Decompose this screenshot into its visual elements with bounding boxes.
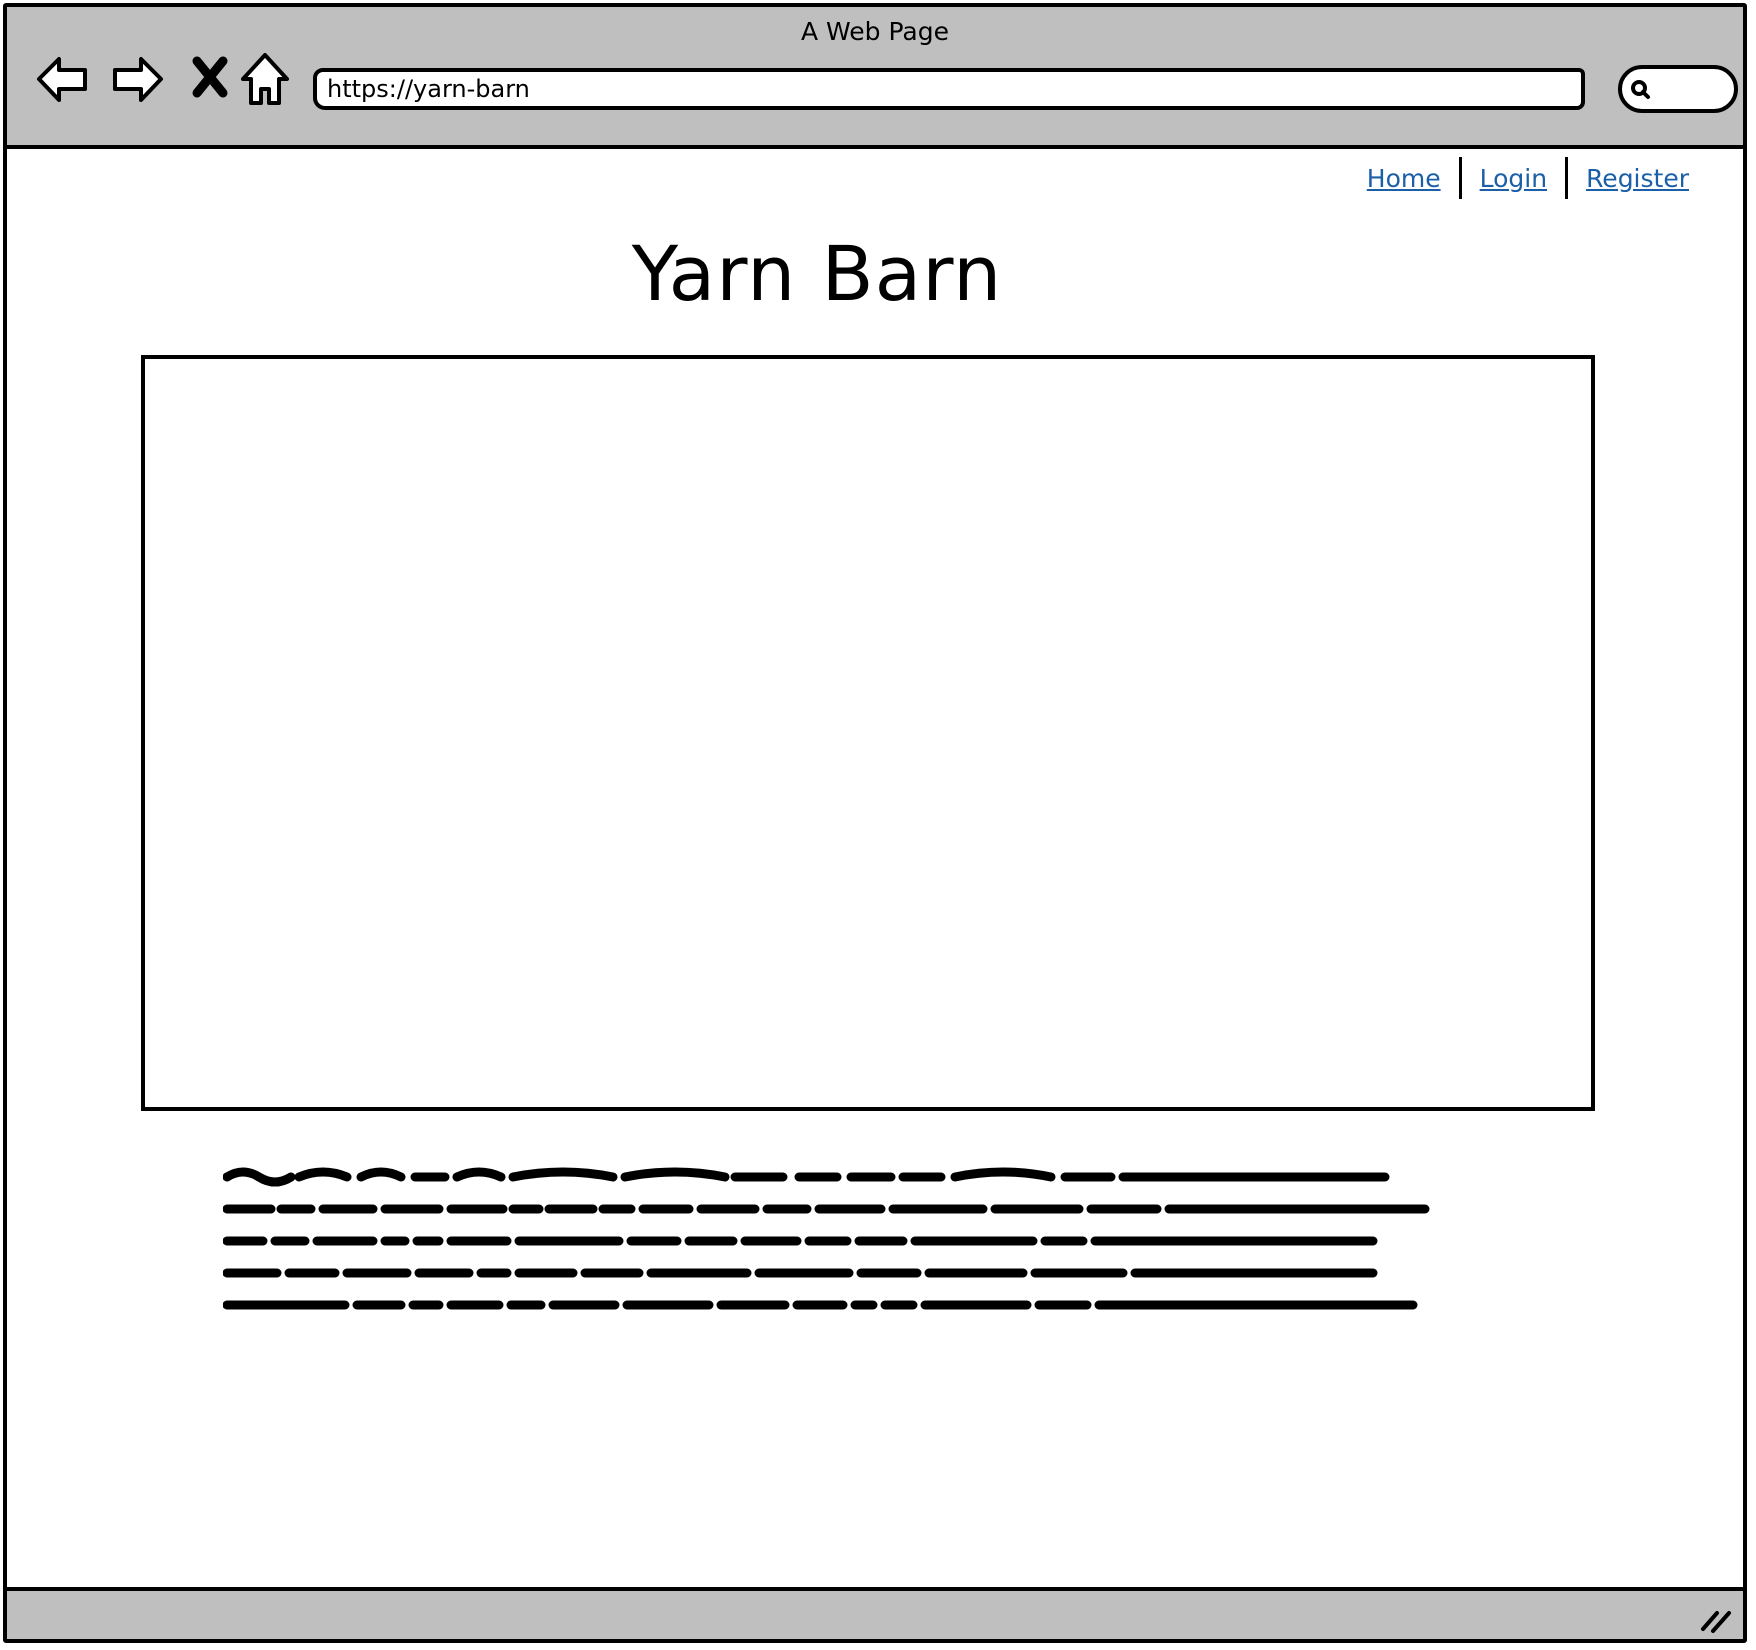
forward-arrow-icon[interactable] bbox=[107, 49, 167, 109]
nav-link-register[interactable]: Register bbox=[1586, 164, 1689, 193]
nav-link-login[interactable]: Login bbox=[1480, 164, 1547, 193]
nav-divider bbox=[1458, 157, 1462, 199]
search-icon bbox=[1631, 80, 1650, 99]
page-title: Yarn Barn bbox=[631, 229, 1003, 318]
placeholder-text-block bbox=[223, 1167, 1430, 1310]
url-input[interactable]: https://yarn-barn bbox=[313, 68, 1585, 110]
browser-chrome: A Web Page https://yarn-barn bbox=[7, 7, 1743, 149]
hero-image-placeholder bbox=[141, 355, 1595, 1111]
header-nav: Home Login Register bbox=[1367, 157, 1689, 199]
home-icon[interactable] bbox=[235, 49, 295, 109]
status-bar bbox=[7, 1587, 1743, 1639]
resize-grip-icon[interactable] bbox=[1697, 1603, 1733, 1633]
window-title: A Web Page bbox=[800, 17, 950, 46]
browser-search-field[interactable] bbox=[1618, 65, 1738, 113]
nav-divider bbox=[1565, 157, 1569, 199]
nav-link-home[interactable]: Home bbox=[1367, 164, 1441, 193]
back-arrow-icon[interactable] bbox=[33, 49, 93, 109]
browser-window: A Web Page https://yarn-barn Home Login bbox=[3, 3, 1747, 1643]
